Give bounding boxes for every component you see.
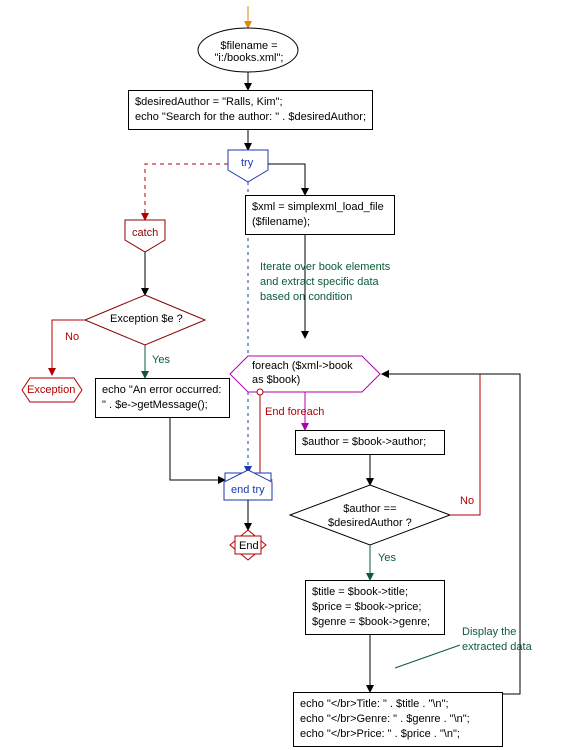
assign-line1: $desiredAuthor = "Ralls, Kim"; — [135, 96, 283, 108]
comment-iterate: Iterate over book elements and extract s… — [260, 260, 390, 305]
author-assign-text: $author = $book->author; — [302, 436, 426, 448]
start-line2: "i:/books.xml"; — [215, 52, 284, 64]
echo-line3: echo "</br>Price: " . $price . "\n"; — [300, 728, 460, 740]
echo-node: echo "</br>Title: " . $title . "\n"; ech… — [293, 692, 503, 747]
author-assign-node: $author = $book->author; — [295, 430, 445, 455]
end-node: End — [239, 540, 259, 552]
foreach-line2: as $book) — [252, 374, 300, 386]
try-node: try — [241, 157, 253, 169]
exq-yes-label: Yes — [152, 354, 170, 366]
comment-display: Display the extracted data — [462, 625, 532, 655]
exception-decision: Exception $e ? — [110, 313, 183, 325]
flowchart-stage: $filename = "i:/books.xml"; $desiredAuth… — [0, 0, 565, 750]
authorq-line2: $desiredAuthor ? — [328, 517, 412, 529]
echo-line2: echo "</br>Genre: " . $genre . "\n"; — [300, 713, 470, 725]
exception-node: Exception — [27, 384, 75, 396]
authorq-yes-label: Yes — [378, 552, 396, 564]
catch-node: catch — [132, 227, 158, 239]
comment1-line2: and extract specific data — [260, 276, 379, 288]
echo-line1: echo "</br>Title: " . $title . "\n"; — [300, 698, 449, 710]
block-line1: $title = $book->title; — [312, 586, 408, 598]
end-foreach-label: End foreach — [265, 406, 324, 418]
endtry-node: end try — [231, 484, 265, 496]
block-line3: $genre = $book->genre; — [312, 616, 430, 628]
authorq-no-label: No — [460, 495, 474, 507]
assign-node: $desiredAuthor = "Ralls, Kim"; echo "Sea… — [128, 90, 373, 130]
error-echo-node: echo "An error occurred: " . $e->getMess… — [95, 378, 230, 418]
load-node: $xml = simplexml_load_file ($filename); — [245, 195, 395, 235]
start-node: $filename = "i:/books.xml"; — [214, 40, 284, 64]
comment1-line1: Iterate over book elements — [260, 261, 390, 273]
exq-no-label: No — [65, 331, 79, 343]
err-line1: echo "An error occurred: — [102, 384, 221, 396]
author-decision: $author == $desiredAuthor ? — [328, 502, 412, 531]
foreach-line1: foreach ($xml->book — [252, 360, 353, 372]
load-line2: ($filename); — [252, 216, 310, 228]
load-line1: $xml = simplexml_load_file — [252, 201, 384, 213]
comment2-line1: Display the — [462, 626, 516, 638]
comment2-line2: extracted data — [462, 641, 532, 653]
assign-line2: echo "Search for the author: " . $desire… — [135, 111, 366, 123]
block-line2: $price = $book->price; — [312, 601, 421, 613]
authorq-line1: $author == — [343, 503, 396, 515]
start-line1: $filename = — [220, 40, 277, 52]
block-node: $title = $book->title; $price = $book->p… — [305, 580, 445, 635]
foreach-node: foreach ($xml->book as $book) — [252, 359, 353, 388]
err-line2: " . $e->getMessage(); — [102, 399, 208, 411]
comment1-line3: based on condition — [260, 291, 352, 303]
